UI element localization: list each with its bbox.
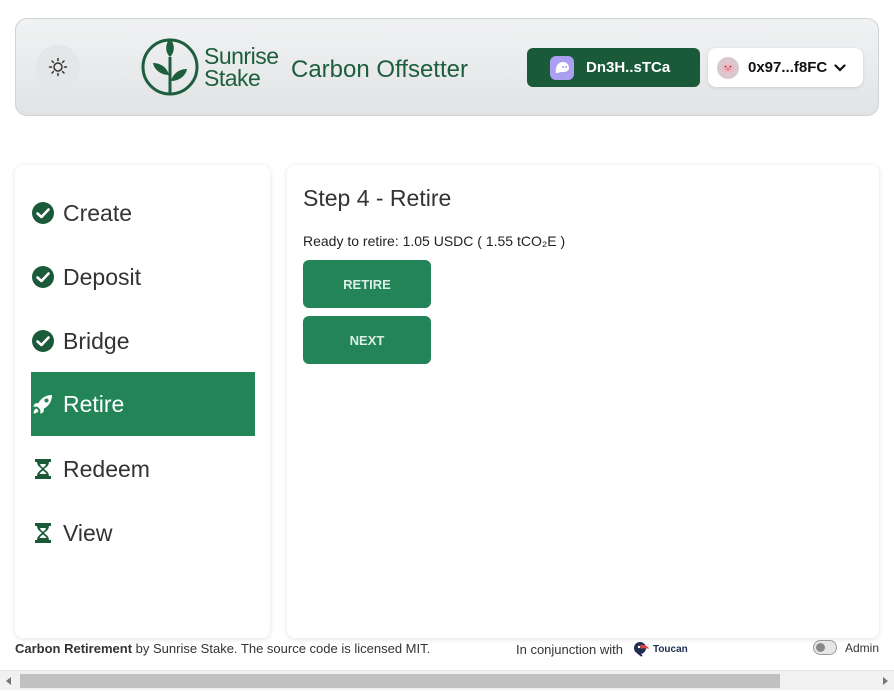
solana-wallet-button[interactable]: Dn3H..sTCa [527,48,700,87]
admin-label: Admin [844,640,879,655]
step-panel: Step 4 - Retire Ready to retire: 1.05 US… [287,165,879,638]
evm-wallet-address: 0x97...f8FC [748,59,828,76]
chevron-down-icon [834,63,846,72]
footer-credit-text: by Sunrise Stake. The source code is lic… [132,641,431,656]
check-circle-icon [31,329,55,353]
triangle-right-icon [883,677,888,685]
step-sidebar: Create Deposit Bridge Retire Redeem View [15,165,270,638]
rocket-icon [31,392,55,416]
sidebar-item-label: Create [63,199,133,226]
footer-credit: Carbon Retirement by Sunrise Stake. The … [15,641,430,656]
scroll-thumb[interactable] [20,674,780,688]
retire-button[interactable]: RETIRE [303,260,431,308]
hourglass-icon [31,457,55,481]
sidebar-item-label: Redeem [63,455,150,482]
logo-line-1: Sunrise [204,43,279,69]
sun-icon [48,57,68,77]
sidebar-item-label: View [63,519,113,546]
theme-toggle-button[interactable] [36,45,80,89]
sidebar-item-redeem[interactable]: Redeem [31,437,255,501]
evm-wallet-button[interactable]: 0x97...f8FC [708,48,863,87]
sidebar-item-label: Bridge [63,327,130,354]
sidebar-item-deposit[interactable]: Deposit [31,245,255,309]
step-title: Step 4 - Retire [303,185,452,211]
logo-line-2: Stake [204,65,261,91]
sidebar-item-view[interactable]: View [31,501,255,565]
app-header: Sunrise Stake Carbon Offsetter Dn3H..sTC… [15,18,879,116]
triangle-left-icon [6,677,11,685]
check-circle-icon [31,201,55,225]
logo-wordmark: Sunrise Stake [204,43,279,91]
ready-to-retire-text: Ready to retire: 1.05 USDC ( 1.55 tCO₂E … [303,233,566,249]
sidebar-item-retire[interactable]: Retire [31,372,255,436]
horizontal-scrollbar[interactable] [0,670,894,690]
sprout-logo-icon [141,38,199,96]
scroll-right-arrow[interactable] [879,675,891,687]
footer-brand: Carbon Retirement [15,641,133,656]
next-button[interactable]: NEXT [303,316,431,364]
toucan-link[interactable]: Toucan [633,641,688,657]
footer-partner: In conjunction with Toucan [516,641,688,657]
conjunction-text: In conjunction with [516,641,623,657]
sidebar-item-bridge[interactable]: Bridge [31,309,255,373]
check-circle-icon [31,265,55,289]
sidebar-item-label: Retire [63,390,125,417]
hourglass-icon [31,521,55,545]
app-title: Carbon Offsetter [291,56,468,83]
sunrise-stake-logo: Sunrise Stake [140,35,279,99]
pig-avatar-icon [722,62,734,73]
admin-toggle-group: Admin [812,640,879,655]
admin-toggle[interactable] [812,640,837,655]
wallet-avatar [717,56,739,79]
toggle-knob [815,643,825,652]
sidebar-item-create[interactable]: Create [31,181,255,245]
sidebar-item-label: Deposit [63,263,141,290]
toucan-logo-icon [633,642,649,657]
page-footer: Carbon Retirement by Sunrise Stake. The … [15,640,879,658]
scroll-left-arrow[interactable] [3,675,15,687]
phantom-wallet-icon [550,55,574,80]
solana-wallet-address: Dn3H..sTCa [586,59,671,76]
toucan-wordmark: Toucan [652,643,688,655]
